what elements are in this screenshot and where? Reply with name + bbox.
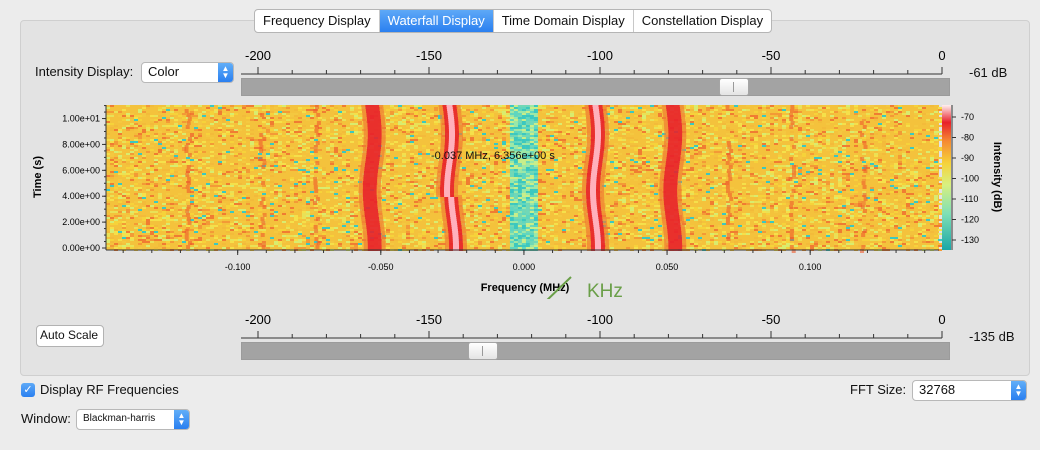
fft-size-select[interactable]: 32768 ▲ ▼ — [912, 380, 1027, 401]
colorbar-tick-label: -80 — [961, 133, 974, 143]
intensity-display-select[interactable]: Color ▲ ▼ — [141, 62, 234, 83]
intensity-display-value: Color — [148, 64, 180, 79]
display-rf-label: Display RF Frequencies — [40, 382, 179, 397]
bottom-tick-label: -200 — [245, 312, 271, 327]
top-tick-label: 0 — [938, 48, 945, 63]
top-scale-readout: -61 dB — [969, 65, 1008, 80]
time-tick-label: 1.00e+01 — [62, 114, 100, 124]
time-tick-label: 6.00e+00 — [62, 165, 100, 175]
bottom-tick-label: 0 — [938, 312, 945, 327]
auto-scale-button[interactable]: Auto Scale — [36, 325, 104, 347]
waterfall-plot[interactable]: 0.00e+00 2.00e+00 4.00e+00 6.00e+00 8.00e+00… — [21, 99, 1029, 299]
frequency-tick-label: -0.050 — [368, 262, 394, 272]
time-tick-label: 4.00e+00 — [62, 191, 100, 201]
window-label: Window: — [21, 411, 71, 426]
top-slider-thumb[interactable] — [719, 78, 749, 96]
frequency-tick-label: 0.000 — [513, 262, 536, 272]
bottom-tick-label: -150 — [416, 312, 442, 327]
top-tick-label: -50 — [762, 48, 781, 63]
waterfall-panel: Intensity Display: Color ▲ ▼ -200 -150 -1… — [20, 20, 1030, 376]
top-tick-label: -200 — [245, 48, 271, 63]
frequency-tick-label: 0.100 — [799, 262, 822, 272]
colorbar-tick-label: -90 — [961, 153, 974, 163]
colorbar-label: Intensity (dB) — [991, 142, 1003, 213]
colorbar-tick-label: -100 — [961, 174, 979, 184]
frequency-tick-label: 0.050 — [656, 262, 679, 272]
tab-waterfall-display[interactable]: Waterfall Display — [379, 10, 494, 32]
tab-constellation-display[interactable]: Constellation Display — [634, 10, 771, 32]
tab-frequency-display[interactable]: Frequency Display — [255, 10, 380, 32]
fft-size-label: FFT Size: — [850, 382, 907, 397]
intensity-colorbar — [942, 105, 951, 250]
colorbar-tick-label: -70 — [961, 112, 974, 122]
bottom-tick-label: -50 — [762, 312, 781, 327]
window-value: Blackman-harris — [83, 413, 156, 424]
time-axis: 0.00e+00 2.00e+00 4.00e+00 6.00e+00 8.00e+00… — [62, 105, 106, 253]
bottom-slider-thumb[interactable] — [468, 342, 498, 360]
chevron-updown-icon: ▲ ▼ — [218, 63, 233, 82]
colorbar-tick-label: -130 — [961, 235, 979, 245]
bottom-tick-label: -100 — [587, 312, 613, 327]
bottom-scale-readout: -135 dB — [969, 329, 1015, 344]
bottom-intensity-scale: -200 -150 -100 -50 0 — [241, 309, 951, 339]
chevron-updown-icon: ▲ ▼ — [174, 410, 189, 429]
bottom-scale-ticks — [257, 331, 943, 338]
chevron-updown-icon: ▲ ▼ — [1011, 381, 1026, 400]
intensity-display-label: Intensity Display: — [35, 64, 134, 79]
colorbar-tick-label: -120 — [961, 215, 979, 225]
time-tick-label: 8.00e+00 — [62, 139, 100, 149]
frequency-axis: -0.100 -0.050 0.000 0.050 0.100 — [122, 250, 926, 272]
fft-size-value: 32768 — [919, 382, 956, 397]
tab-time-domain-display[interactable]: Time Domain Display — [494, 10, 634, 32]
top-intensity-scale: -200 -150 -100 -50 0 — [241, 45, 951, 75]
time-tick-label: 2.00e+00 — [62, 217, 100, 227]
top-scale-ticks — [257, 67, 943, 74]
top-tick-label: -100 — [587, 48, 613, 63]
checkmark-icon: ✓ — [23, 384, 33, 396]
time-tick-label: 0.00e+00 — [62, 243, 100, 253]
colorbar-axis: -70 -80 -90 -100 -110 -120 -130 — [951, 105, 979, 250]
time-axis-label: Time (s) — [32, 156, 44, 198]
waterfall-heatmap — [106, 105, 942, 253]
frequency-tick-label: -0.100 — [225, 262, 251, 272]
khz-annotation: KHz — [587, 281, 623, 299]
window-select[interactable]: Blackman-harris ▲ ▼ — [76, 409, 190, 430]
bottom-intensity-slider[interactable] — [241, 342, 950, 360]
top-intensity-slider[interactable] — [241, 78, 950, 96]
top-tick-label: -150 — [416, 48, 442, 63]
cursor-readout: -0.037 MHz, 6.356e+00 s — [431, 150, 555, 162]
display-rf-checkbox[interactable]: ✓ — [21, 383, 35, 397]
colorbar-tick-label: -110 — [961, 194, 978, 204]
display-tabs: Frequency Display Waterfall Display Time… — [254, 9, 773, 33]
